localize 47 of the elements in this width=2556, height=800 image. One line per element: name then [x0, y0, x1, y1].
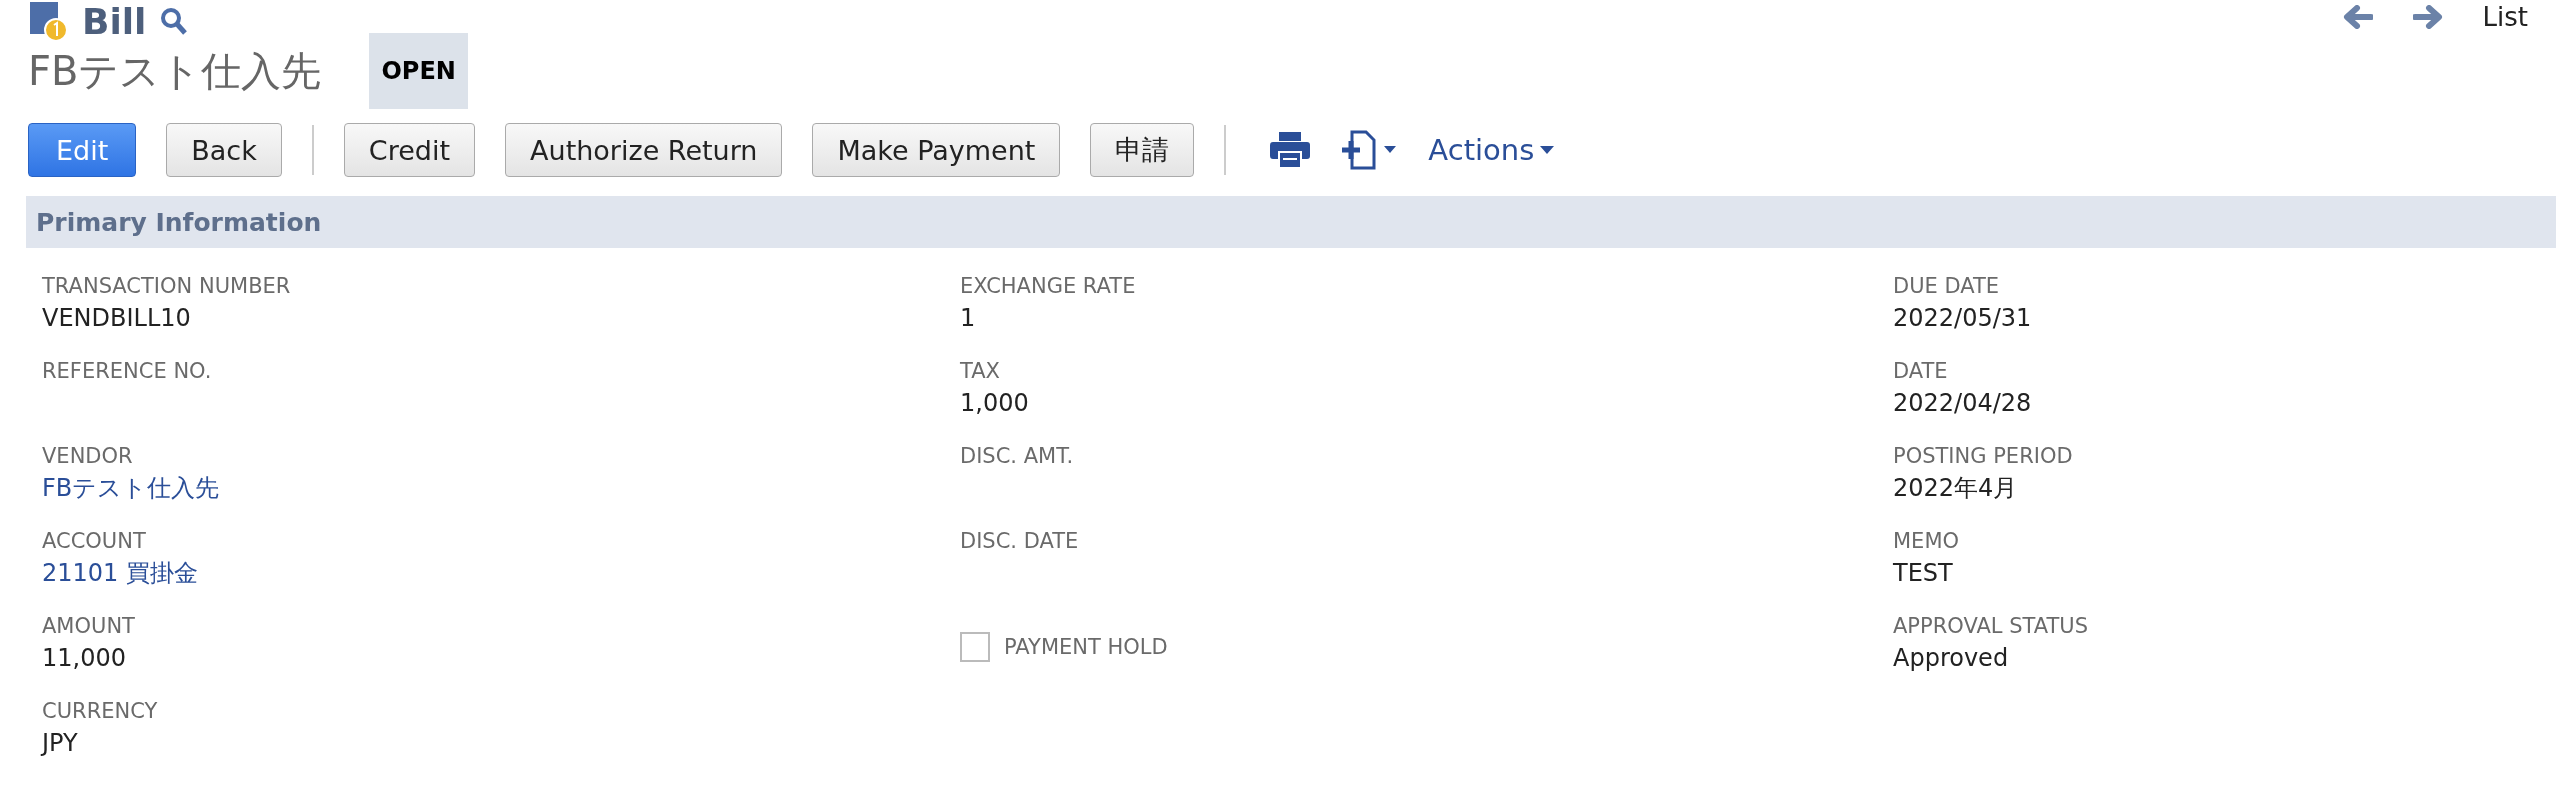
back-arrow-icon[interactable]	[2342, 5, 2373, 29]
search-icon[interactable]	[160, 7, 189, 37]
field-value: TEST	[1893, 558, 1954, 589]
toolbar-button[interactable]: 申請	[1090, 123, 1195, 177]
field-label: ACCOUNT	[42, 528, 147, 555]
field-value: 2022/04/28	[1893, 388, 2033, 419]
field-label: APPROVAL STATUS	[1893, 613, 2089, 640]
field-label: VENDOR	[42, 443, 134, 470]
field-label: AMOUNT	[42, 613, 136, 640]
field-label: MEMO	[1893, 528, 1961, 555]
field-label: CURRENCY	[42, 698, 159, 725]
field-value[interactable]: 21101 買掛金	[42, 555, 960, 591]
field-label: DATE	[1893, 358, 1949, 385]
field-value: 11,000	[42, 643, 127, 674]
field-label: DISC. DATE	[960, 528, 1080, 555]
print-icon[interactable]	[1270, 132, 1311, 168]
checkbox[interactable]	[960, 632, 990, 662]
new-document-icon[interactable]	[1340, 130, 1399, 170]
status-badge: OPEN	[369, 33, 468, 109]
field-label: DISC. AMT.	[960, 443, 1075, 470]
field-value: 1,000	[960, 388, 1030, 419]
toolbar-button[interactable]: Authorize Return	[505, 123, 783, 177]
list-link[interactable]: List	[2482, 2, 2528, 32]
page-title: Bill	[82, 0, 147, 44]
field-label: DUE DATE	[1893, 273, 2001, 300]
field-label: REFERENCE NO.	[42, 358, 213, 385]
field-label: EXCHANGE RATE	[960, 273, 1137, 300]
field-label: PAYMENT HOLD	[1004, 634, 1168, 661]
record-name: FBテスト仕入先	[28, 46, 322, 96]
edit-button[interactable]: Edit	[28, 123, 137, 177]
field-value: 1	[960, 303, 977, 334]
field-value: VENDBILL10	[42, 303, 192, 334]
field-label: POSTING PERIOD	[1893, 443, 2074, 470]
toolbar-button[interactable]: Credit	[343, 123, 476, 177]
actions-menu[interactable]: Actions	[1428, 133, 1555, 167]
field-value: JPY	[42, 728, 79, 759]
toolbar-button[interactable]: Back	[166, 123, 282, 177]
field-value[interactable]: FBテスト仕入先	[42, 470, 960, 506]
section-title: Primary Information	[36, 207, 322, 237]
field-value: Approved	[1893, 643, 2010, 674]
field-value: 2022年4月	[1893, 473, 2019, 504]
field-label: TRANSACTION NUMBER	[42, 273, 292, 300]
forward-arrow-icon[interactable]	[2412, 5, 2443, 29]
field-value: 2022/05/31	[1893, 303, 2033, 334]
caret-icon	[1540, 145, 1555, 155]
field-label: TAX	[960, 358, 1001, 385]
toolbar-button[interactable]: Make Payment	[812, 123, 1061, 177]
